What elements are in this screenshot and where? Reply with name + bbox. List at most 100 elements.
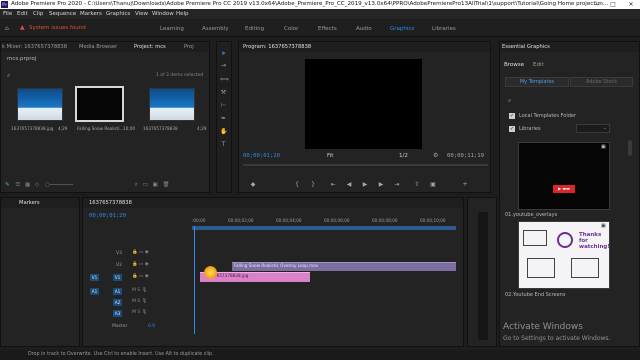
playhead[interactable] xyxy=(194,226,195,334)
list-view-icon[interactable]: ☰ xyxy=(15,182,20,188)
new-item-icon[interactable]: ▣ xyxy=(153,182,158,188)
menu-markers[interactable]: Markers xyxy=(80,11,102,17)
pencil-icon[interactable]: ✎ xyxy=(5,182,10,188)
adobe-stock-button[interactable]: Adobe Stock xyxy=(570,77,633,87)
minimize-button[interactable]: — xyxy=(590,0,604,9)
menu-graphics[interactable]: Graphics xyxy=(106,11,130,17)
find-icon[interactable]: ⌕ xyxy=(135,182,138,188)
track-v1-target[interactable]: V1 xyxy=(113,274,122,281)
workspace-editing[interactable]: Editing xyxy=(245,26,264,32)
workspace-audio[interactable]: Audio xyxy=(356,26,372,32)
step-forward-icon[interactable]: ▶ xyxy=(377,181,385,188)
go-to-in-icon[interactable]: ⇤ xyxy=(329,181,337,188)
menu-window[interactable]: Window xyxy=(152,11,174,17)
tab-media-browser[interactable]: Media Browser xyxy=(79,44,117,50)
program-monitor: Program: 1637657378838 00;00;01;20 Fit 1… xyxy=(238,41,491,193)
tab-markers[interactable]: Markers xyxy=(19,200,40,206)
local-templates-checkbox[interactable]: ✓ xyxy=(509,113,515,119)
step-back-icon[interactable]: ◀ xyxy=(345,181,353,188)
libraries-dropdown[interactable]: ⌄ xyxy=(576,124,610,133)
workspace-color[interactable]: Color xyxy=(284,26,298,32)
tab-project[interactable]: Project: mcs xyxy=(134,44,166,50)
timeline-timecode[interactable]: 00;00;01;20 xyxy=(89,213,126,219)
tab-project-more[interactable]: Proj xyxy=(184,44,194,50)
menu-edit[interactable]: Edit xyxy=(17,11,28,17)
track-a2-target[interactable]: A2 xyxy=(113,299,122,306)
mute-solo-icon[interactable]: M S 🎙 xyxy=(132,288,147,293)
program-playhead-timecode[interactable]: 00;00;01;20 xyxy=(243,153,280,159)
lift-icon[interactable]: ⇧ xyxy=(413,181,421,188)
add-button-icon[interactable]: + xyxy=(461,181,469,188)
search-icon[interactable]: ⌕ xyxy=(7,72,10,80)
menu-sequence[interactable]: Sequence xyxy=(49,11,76,17)
wrench-icon[interactable]: ⚙ xyxy=(433,152,438,159)
slip-tool-icon[interactable]: ⊢ xyxy=(220,102,227,109)
essential-graphics-title[interactable]: Essential Graphics xyxy=(502,44,550,50)
my-templates-button[interactable]: My Templates xyxy=(505,77,569,87)
menu-clip[interactable]: Clip xyxy=(33,11,43,17)
menu-file[interactable]: File xyxy=(3,11,12,17)
master-volume[interactable]: 0.0 xyxy=(148,324,155,329)
workspace-libraries[interactable]: Libraries xyxy=(432,26,456,32)
libraries-checkbox[interactable]: ✓ xyxy=(509,126,515,132)
timeline-clip-falling-snow[interactable]: Falling Snow Realistic Overlay Loop.mov xyxy=(232,262,456,271)
master-track-label: Master xyxy=(112,324,128,329)
maximize-button[interactable]: □ xyxy=(606,0,620,9)
mute-solo-icon[interactable]: M S 🎙 xyxy=(132,310,147,315)
mark-out-icon[interactable]: } xyxy=(309,181,317,188)
template-thumb-end-screens[interactable]: Thanks for watching! ▣ xyxy=(518,221,610,289)
template-scrollbar[interactable] xyxy=(628,140,632,156)
workspace-effects[interactable]: Effects xyxy=(318,26,337,32)
selection-tool-icon[interactable]: ➤ xyxy=(220,50,227,57)
pen-tool-icon[interactable]: ✒ xyxy=(220,115,227,122)
freeform-view-icon[interactable]: ◇ xyxy=(35,182,39,188)
search-icon[interactable]: ⌕ xyxy=(508,97,511,105)
lock-icon[interactable]: 🔒 ▭ ◉ xyxy=(132,274,149,279)
menu-view[interactable]: View xyxy=(135,11,148,17)
export-frame-icon[interactable]: ▣ xyxy=(429,181,437,188)
workspace-assembly[interactable]: Assembly xyxy=(202,26,229,32)
trash-icon[interactable]: 🗑 xyxy=(162,182,169,188)
tab-audio-mixer[interactable]: k Mixer: 1637657378838 xyxy=(2,44,67,50)
source-patch-a1[interactable]: A1 xyxy=(90,288,99,295)
home-icon[interactable]: ⌂ xyxy=(5,25,9,32)
play-icon[interactable]: ▶ xyxy=(361,181,369,188)
track-a3-target[interactable]: A3 xyxy=(113,310,122,317)
marker-icon[interactable]: ◆ xyxy=(249,181,257,188)
resolution-select[interactable]: 1/2 xyxy=(399,153,408,159)
zoom-slider[interactable]: ○─────── xyxy=(45,182,73,188)
lock-icon[interactable]: 🔒 ▭ ◉ xyxy=(132,262,149,267)
workspace-learning[interactable]: Learning xyxy=(160,26,184,32)
icon-view-icon[interactable]: ▦ xyxy=(25,182,30,188)
premiere-app-icon: Pr xyxy=(1,1,8,8)
menu-help[interactable]: Help xyxy=(176,11,189,17)
template-thumb-overlays[interactable]: ▶ ▬▬ ▣ xyxy=(518,142,610,210)
template-pin-icon[interactable]: ▣ xyxy=(601,223,606,229)
program-monitor-title[interactable]: Program: 1637657378838 xyxy=(243,44,311,50)
program-scrubber[interactable] xyxy=(243,164,488,166)
track-select-icon[interactable]: ⇥ xyxy=(220,62,227,69)
system-issues-alert[interactable]: System issues found xyxy=(29,25,86,31)
ripple-edit-icon[interactable]: ⟺ xyxy=(220,76,229,83)
thumbnail-image[interactable] xyxy=(17,88,63,121)
source-patch-v1[interactable]: V1 xyxy=(90,274,99,281)
work-area-bar[interactable] xyxy=(192,226,456,230)
mute-solo-icon[interactable]: M S 🎙 xyxy=(132,299,147,304)
tab-edit[interactable]: Edit xyxy=(533,62,544,68)
mark-in-icon[interactable]: { xyxy=(293,181,301,188)
razor-tool-icon[interactable]: ⚒ xyxy=(220,89,227,96)
zoom-level-select[interactable]: Fit xyxy=(327,153,333,159)
thumbnail-falling-snow[interactable] xyxy=(75,86,124,122)
lock-icon[interactable]: 🔒 ▭ ◉ xyxy=(132,250,149,255)
go-to-out-icon[interactable]: ⇥ xyxy=(393,181,401,188)
workspace-graphics[interactable]: Graphics xyxy=(390,26,414,32)
new-bin-icon[interactable]: ▭ xyxy=(143,182,148,188)
tab-timeline[interactable]: 1637657378838 xyxy=(89,200,132,206)
thumbnail-sequence[interactable] xyxy=(149,88,195,121)
template-pin-icon[interactable]: ▣ xyxy=(601,144,606,150)
track-a1-target[interactable]: A1 xyxy=(113,288,122,295)
tab-browse[interactable]: Browse xyxy=(504,62,524,68)
hand-tool-icon[interactable]: ✋ xyxy=(220,128,227,135)
close-button[interactable]: ✕ xyxy=(624,0,638,9)
type-tool-icon[interactable]: T xyxy=(220,141,227,148)
